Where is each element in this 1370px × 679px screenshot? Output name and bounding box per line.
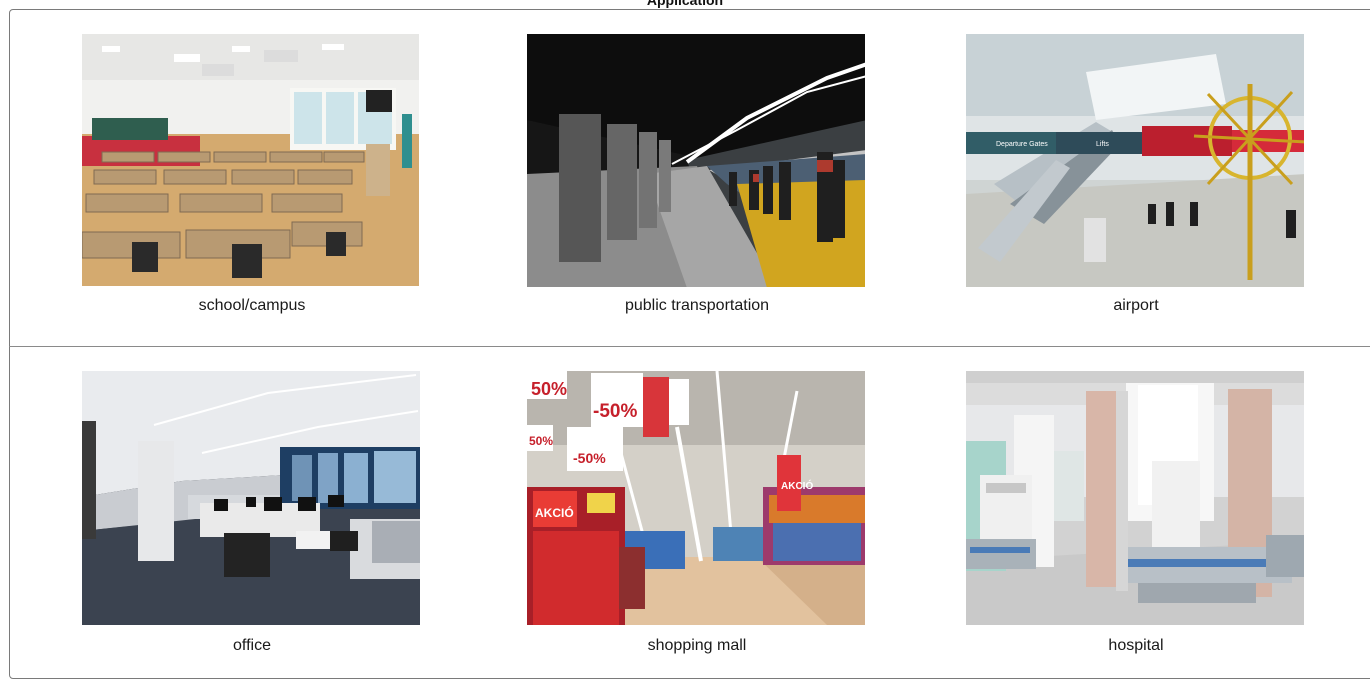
caption-public-transportation: public transportation [624, 297, 770, 314]
caption-shopping-mall: shopping mall [647, 637, 747, 654]
sale-sign-text-2: -50% [593, 401, 637, 422]
school-campus-photo [82, 34, 419, 286]
hospital-photo [966, 371, 1304, 625]
public-transportation-photo [527, 34, 865, 287]
airport-illustration: Departure Gates Lifts [966, 34, 1304, 287]
sale-sign-text-4: 50% [529, 434, 553, 448]
shopping-mall-photo: 50% -50% -50% 50% KIÁRUSÍTÁS AKCIÓ AKCIÓ [527, 371, 865, 625]
caption-office: office [233, 637, 271, 654]
sale-sign-text-1: 50% [531, 379, 567, 399]
sale-sign-text-3: -50% [573, 450, 606, 466]
office-illustration [82, 371, 420, 625]
sale-sign-text-5: KIÁRUSÍTÁS [593, 376, 643, 385]
sale-sign-text-7: AKCIÓ [781, 479, 813, 492]
supermarket-illustration: 50% -50% -50% 50% KIÁRUSÍTÁS AKCIÓ AKCIÓ [527, 371, 865, 625]
airport-sign-departure: Departure Gates [996, 141, 1048, 148]
caption-school-campus: school/campus [198, 297, 306, 314]
subway-illustration [527, 34, 865, 287]
hospital-ward-illustration [966, 371, 1304, 625]
row-divider [9, 346, 1370, 347]
figure-title: Application [646, 0, 724, 8]
airport-photo: Departure Gates Lifts [966, 34, 1304, 287]
airport-sign-lifts: Lifts [1096, 141, 1109, 148]
caption-hospital: hospital [1108, 637, 1164, 654]
caption-airport: airport [1113, 297, 1159, 314]
classroom-illustration [82, 34, 419, 286]
sale-sign-text-6: AKCIÓ [535, 505, 574, 520]
office-photo [82, 371, 420, 625]
